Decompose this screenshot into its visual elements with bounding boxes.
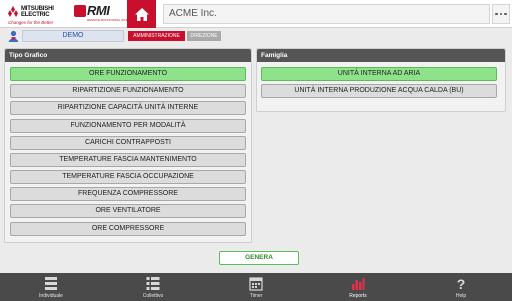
mitsubishi-logo: MITSUBISHI ELECTRIC Changes for the Bett… [6,4,66,26]
bar-chart-icon [352,278,365,290]
nav-timer-label: Timer [249,293,263,299]
brand-line-2: ELECTRIC [21,12,50,18]
app-header: MITSUBISHI ELECTRIC Changes for the Bett… [0,0,512,28]
nav-reports-label: Reports [349,293,367,299]
mitsubishi-diamonds-icon [8,6,18,17]
chart-type-option-ore-ventilatore[interactable]: ORE VENTILATORE [10,204,246,218]
nav-individuale-label: Individuale [39,293,63,299]
nav-help-label: Help [455,293,467,299]
family-option-unita-interna-aria[interactable]: UNITÀ INTERNA AD ARIA [261,67,497,81]
genera-button[interactable]: GENERA [219,251,299,265]
company-name-field[interactable]: ACME Inc. [163,4,490,24]
home-icon [134,7,149,21]
chart-type-option-funzionamento-modalita[interactable]: FUNZIONAMENTO PER MODALITÀ [10,119,246,133]
chart-type-option-ore-funzionamento[interactable]: ORE FUNZIONAMENTO [10,67,246,81]
more-menu-button[interactable] [492,4,510,24]
nav-reports[interactable]: Reports [307,273,409,301]
user-icon[interactable] [8,30,19,42]
chart-type-option-frequenza-compressore[interactable]: FREQUENZA COMPRESSORE [10,187,246,201]
user-name-field[interactable]: DEMO [22,30,124,42]
rmi-wordmark: RMI [87,3,110,18]
home-button[interactable] [127,0,156,28]
bottom-nav-bar: Individuale Collettivo Timer Reports ? H… [0,273,512,301]
svg-text:?: ? [457,276,466,291]
chart-type-option-ripartizione-funzionamento[interactable]: RIPARTIZIONE FUNZIONAMENTO [10,84,246,98]
family-option-unita-acqua-calda[interactable]: UNITÀ INTERNA PRODUZIONE ACQUA CALDA (BU… [261,84,497,98]
chart-type-option-temperature-mantenimento[interactable]: TEMPERATURE FASCIA MANTENIMENTO [10,153,246,167]
nav-collettivo-label: Collettivo [142,293,164,299]
chart-type-option-temperature-occupazione[interactable]: TEMPERATURE FASCIA OCCUPAZIONE [10,170,246,184]
list-icon [45,277,57,290]
rmi-mark-icon [74,5,86,17]
nav-collettivo[interactable]: Collettivo [102,273,204,301]
tab-amministrazione[interactable]: AMMINISTRAZIONE [128,31,185,41]
calendar-icon [249,277,263,291]
collective-list-icon [146,277,160,290]
more-dots-icon [495,12,498,16]
tab-direzione[interactable]: DIREZIONE [187,31,221,41]
user-row: DEMO AMMINISTRAZIONE DIREZIONE [0,29,512,43]
chart-type-option-ore-compressore[interactable]: ORE COMPRESSORE [10,222,246,236]
nav-individuale[interactable]: Individuale [0,273,102,301]
nav-timer[interactable]: Timer [205,273,307,301]
chart-type-option-carichi-contrapposti[interactable]: CARICHI CONTRAPPOSTI [10,136,246,150]
chart-type-panel-title: Tipo Grafico [5,49,251,62]
nav-help[interactable]: ? Help [410,273,512,301]
chart-type-option-ripartizione-capacita[interactable]: RIPARTIZIONE CAPACITÀ UNITÀ INTERNE [10,101,246,115]
rmi-logo: RMI REMOTE MONITORING INTERFACE [74,3,138,24]
family-panel-title: Famiglia [257,49,505,62]
help-icon: ? [457,276,466,291]
brand-tagline: Changes for the Better [8,20,54,25]
